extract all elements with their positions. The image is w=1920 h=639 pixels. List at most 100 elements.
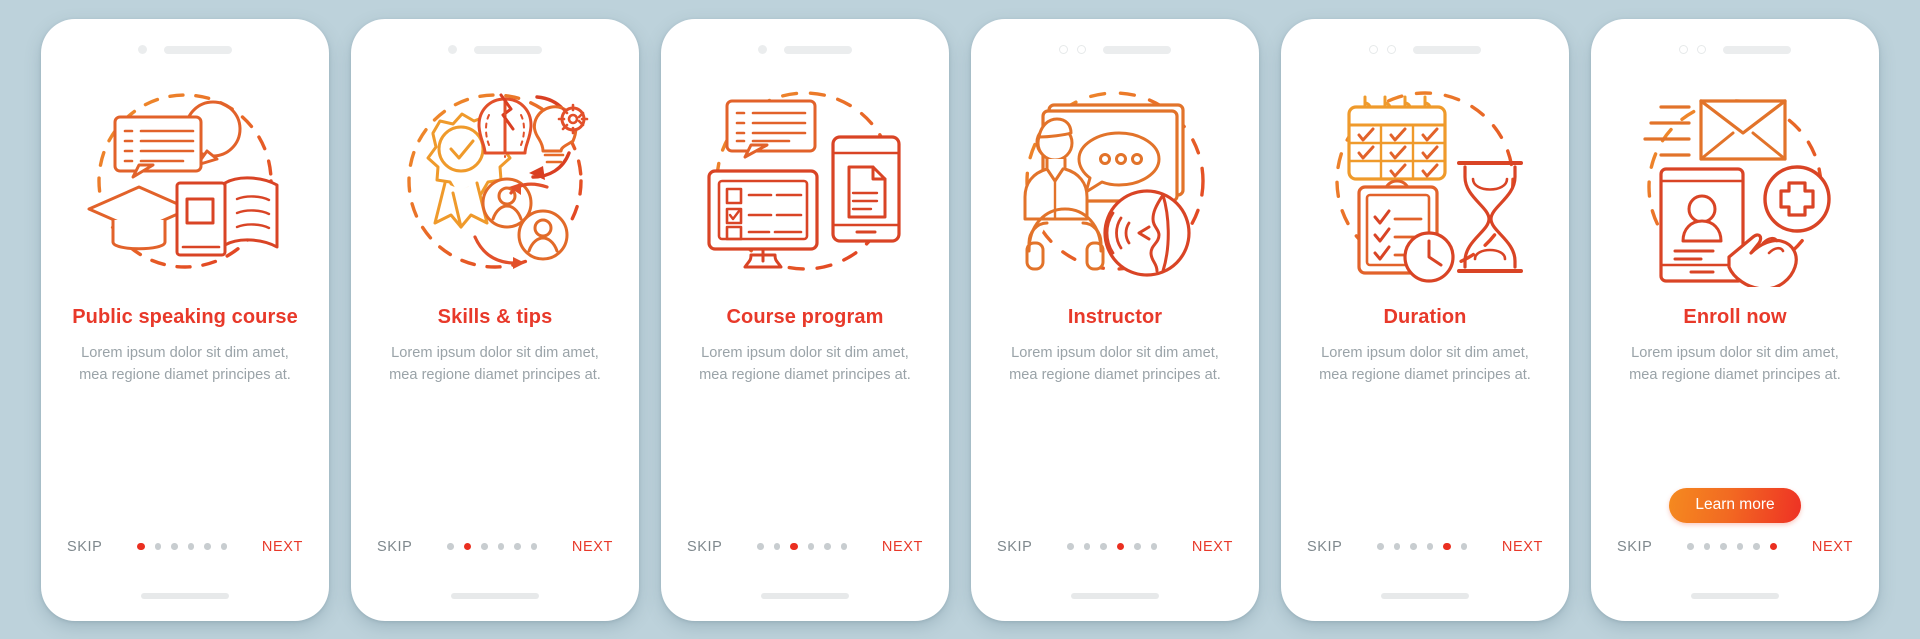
home-indicator-bar	[141, 592, 229, 599]
phone-status-bar	[1281, 19, 1569, 65]
page-dot-3[interactable]	[1100, 543, 1107, 550]
page-dot-4[interactable]	[187, 543, 195, 550]
learn-more-button[interactable]: Learn more	[1669, 487, 1801, 523]
page-indicator-dots[interactable]	[1687, 542, 1778, 551]
page-dot-4[interactable]	[807, 543, 815, 550]
screen-description: Lorem ipsum dolor sit dim amet, mea regi…	[1629, 345, 1841, 383]
screen-title: Course program	[726, 305, 884, 328]
illustration-envelope-profile-card-plus-hand	[1617, 75, 1853, 287]
page-dot-6[interactable]	[530, 543, 538, 550]
home-indicator-bar	[451, 592, 539, 599]
page-dot-3[interactable]	[171, 543, 178, 550]
onboarding-screen-instructor: Instructor Lorem ipsum dolor sit dim ame…	[971, 18, 1259, 621]
page-dot-3[interactable]	[790, 542, 798, 551]
screen-description: Lorem ipsum dolor sit dim amet, mea regi…	[1009, 345, 1221, 383]
page-indicator-dots[interactable]	[1067, 542, 1158, 551]
speaker-grille-icon	[1103, 45, 1171, 54]
phone-status-bar	[41, 19, 329, 65]
page-dot-3[interactable]	[1410, 543, 1417, 550]
page-dot-2[interactable]	[154, 543, 162, 550]
phone-status-bar	[351, 19, 639, 65]
screen-title: Skills & tips	[437, 305, 553, 328]
page-dot-4[interactable]	[1426, 543, 1434, 550]
page-dot-5[interactable]	[204, 543, 211, 550]
speaker-grille-icon	[474, 45, 542, 54]
page-dot-3[interactable]	[481, 543, 488, 550]
page-dot-5[interactable]	[824, 543, 831, 550]
page-dot-2[interactable]	[1703, 543, 1711, 550]
page-indicator-dots[interactable]	[447, 542, 538, 551]
phone-status-bar	[661, 19, 949, 65]
illustration-teacher-whiteboard-headphones-speaking	[997, 75, 1233, 287]
page-indicator-dots[interactable]	[1377, 542, 1468, 551]
page-dot-2[interactable]	[1083, 543, 1091, 550]
navigation-row: SKIP NEXT	[41, 539, 329, 555]
page-dot-4[interactable]	[497, 543, 505, 550]
screen-description: Lorem ipsum dolor sit dim amet, mea regi…	[79, 345, 291, 383]
onboarding-screen-enroll-now: Enroll now Lorem ipsum dolor sit dim ame…	[1591, 18, 1879, 621]
screen-description: Lorem ipsum dolor sit dim amet, mea regi…	[389, 345, 601, 383]
illustration-award-brain-lightbulb-users	[377, 75, 613, 287]
page-indicator-dots[interactable]	[137, 542, 228, 551]
speaker-grille-icon	[164, 45, 232, 54]
page-dot-4[interactable]	[1116, 542, 1125, 551]
speaker-grille-icon	[784, 45, 852, 54]
page-dot-1[interactable]	[1687, 543, 1694, 550]
onboarding-screen-skills-and-tips: Skills & tips Lorem ipsum dolor sit dim …	[351, 18, 639, 621]
onboarding-screen-course-program: Course program Lorem ipsum dolor sit dim…	[661, 18, 949, 621]
next-button[interactable]: NEXT	[572, 539, 613, 555]
page-dot-5[interactable]	[1443, 542, 1451, 551]
page-dot-6[interactable]	[1460, 543, 1468, 550]
onboarding-screens-board: Public speaking course Lorem ipsum dolor…	[0, 0, 1920, 639]
page-dot-6[interactable]	[1769, 542, 1778, 551]
page-dot-1[interactable]	[137, 542, 145, 551]
phone-status-bar	[971, 19, 1259, 65]
navigation-row: SKIP NEXT	[1591, 539, 1879, 555]
page-dot-2[interactable]	[773, 543, 781, 550]
next-button[interactable]: NEXT	[1502, 539, 1543, 555]
camera-icon	[448, 45, 457, 54]
page-dot-1[interactable]	[1377, 543, 1384, 550]
skip-button[interactable]: SKIP	[687, 539, 722, 555]
navigation-row: SKIP NEXT	[661, 539, 949, 555]
page-dot-5[interactable]	[1753, 543, 1760, 550]
skip-button[interactable]: SKIP	[67, 539, 102, 555]
phone-status-bar	[1591, 19, 1879, 65]
illustration-monitor-checklist-tablet-document	[687, 75, 923, 287]
skip-button[interactable]: SKIP	[1307, 539, 1342, 555]
home-indicator-bar	[1381, 592, 1469, 599]
page-dot-4[interactable]	[1736, 543, 1744, 550]
page-dot-1[interactable]	[757, 543, 764, 550]
skip-button[interactable]: SKIP	[377, 539, 412, 555]
home-indicator-bar	[761, 592, 849, 599]
page-dot-6[interactable]	[220, 543, 228, 550]
onboarding-screen-public-speaking-course: Public speaking course Lorem ipsum dolor…	[41, 18, 329, 621]
page-dot-6[interactable]	[840, 543, 848, 550]
camera-icon	[138, 45, 147, 54]
camera-icon	[1369, 45, 1378, 54]
sensor-icon	[1077, 45, 1086, 54]
page-dot-6[interactable]	[1150, 543, 1158, 550]
page-dot-1[interactable]	[1067, 543, 1074, 550]
screen-description: Lorem ipsum dolor sit dim amet, mea regi…	[699, 345, 911, 383]
skip-button[interactable]: SKIP	[997, 539, 1032, 555]
screen-title: Public speaking course	[72, 305, 298, 328]
navigation-row: SKIP NEXT	[351, 539, 639, 555]
next-button[interactable]: NEXT	[1812, 539, 1853, 555]
page-dot-2[interactable]	[1393, 543, 1401, 550]
illustration-speech-bubbles-graduation-cap-book	[67, 75, 303, 287]
page-dot-2[interactable]	[463, 542, 472, 551]
home-indicator-bar	[1071, 592, 1159, 599]
page-dot-3[interactable]	[1720, 543, 1727, 550]
next-button[interactable]: NEXT	[1192, 539, 1233, 555]
next-button[interactable]: NEXT	[262, 539, 303, 555]
onboarding-screen-duration: Duration Lorem ipsum dolor sit dim amet,…	[1281, 18, 1569, 621]
next-button[interactable]: NEXT	[882, 539, 923, 555]
page-dot-1[interactable]	[447, 543, 454, 550]
page-indicator-dots[interactable]	[757, 542, 848, 551]
home-indicator-bar	[1691, 592, 1779, 599]
skip-button[interactable]: SKIP	[1617, 539, 1652, 555]
page-dot-5[interactable]	[514, 543, 521, 550]
illustration-calendar-hourglass-clipboard-clock	[1307, 75, 1543, 287]
page-dot-5[interactable]	[1134, 543, 1141, 550]
